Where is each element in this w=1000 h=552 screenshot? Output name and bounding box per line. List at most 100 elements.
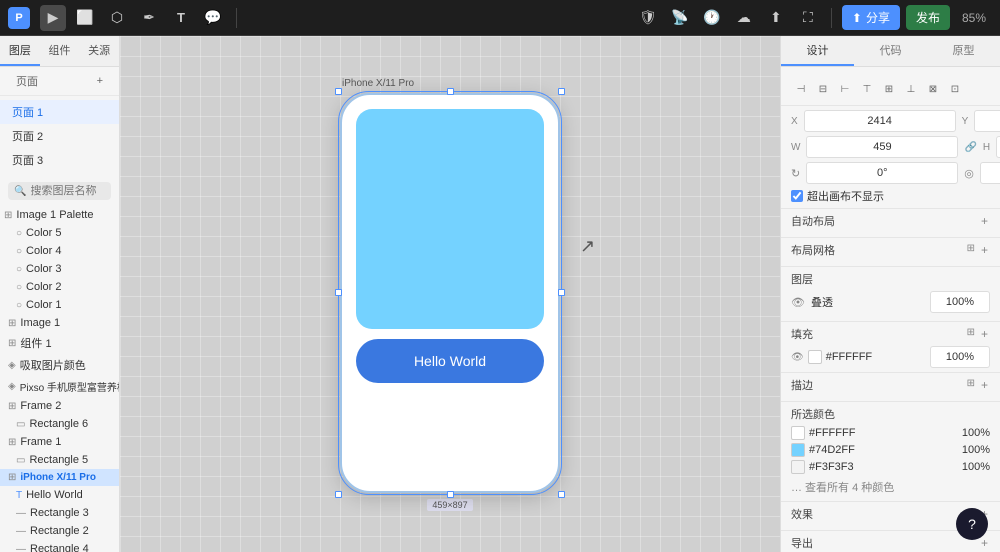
layer-color5[interactable]: ○ Color 5 [0, 224, 119, 242]
shield-icon[interactable]: 🛡 [635, 5, 661, 31]
eye-icon[interactable]: 👁 [791, 296, 805, 309]
wifi-icon[interactable]: 📡 [667, 5, 693, 31]
layer-color2[interactable]: ○ Color 2 [0, 278, 119, 296]
page-item-1[interactable]: 页面 1 [0, 100, 119, 124]
layer-section: 图层 👁 叠透 [781, 267, 1000, 322]
add-export-button[interactable]: + [979, 536, 990, 550]
tab-design[interactable]: 设计 [781, 36, 854, 66]
pen-tool[interactable]: ✒ [136, 5, 162, 31]
rect-icon: ▭ [16, 455, 25, 466]
color-swatch-1[interactable] [791, 426, 805, 440]
align-left-button[interactable]: ⊣ [791, 79, 811, 99]
cloud-icon[interactable]: ☁ [731, 5, 757, 31]
layer-image1[interactable]: ⊞ Image 1 [0, 314, 119, 332]
align-top-button[interactable]: ⊤ [857, 79, 877, 99]
app-layout: 图层 组件 关源 页面 + 页面 1 页面 2 页面 3 🔍 [0, 36, 1000, 552]
stroke-options-button[interactable]: ⊞ [967, 378, 975, 392]
more-colors-button[interactable]: … 查看所有 4 种颜色 [791, 477, 990, 497]
align-bottom-button[interactable]: ⊥ [901, 79, 921, 99]
x-input[interactable] [804, 110, 956, 132]
page-item-2[interactable]: 页面 2 [0, 124, 119, 148]
layer-frame1[interactable]: ⊞ Frame 1 [0, 433, 119, 451]
layer-color1[interactable]: ○ Color 1 [0, 296, 119, 314]
opacity-input[interactable] [930, 291, 990, 313]
tab-components[interactable]: 组件 [40, 36, 80, 66]
phone-hello-world-button[interactable]: Hello World [356, 339, 544, 383]
publish-button[interactable]: 发布 [906, 5, 950, 30]
h-input[interactable] [996, 136, 1000, 158]
upload-icon[interactable]: ⬆ [763, 5, 789, 31]
page-item-3[interactable]: 页面 3 [0, 148, 119, 172]
fill-color-swatch[interactable] [808, 350, 822, 364]
shape-tool[interactable]: ⬡ [104, 5, 130, 31]
fill-section: 填充 ⊞ + 👁 #FFFFFF [781, 322, 1000, 373]
eye-icon-fill[interactable]: 👁 [791, 352, 804, 363]
add-grid-button[interactable]: + [979, 243, 990, 257]
layer-shape1[interactable]: ⊞ 组件 1 [0, 332, 119, 354]
canvas-area[interactable]: iPhone X/11 Pro Hello World [120, 36, 780, 552]
clock-icon[interactable]: 🕐 [699, 5, 725, 31]
blend-row: 👁 叠透 [791, 291, 990, 313]
share-button[interactable]: ⬆ 分享 [842, 5, 900, 30]
layer-frame2[interactable]: ⊞ Frame 2 [0, 397, 119, 415]
distribute-h-button[interactable]: ⊠ [923, 79, 943, 99]
color-swatch-2[interactable] [791, 443, 805, 457]
color-opacity-3: 100% [962, 461, 990, 473]
y-input[interactable] [974, 110, 1000, 132]
add-page-button[interactable]: + [97, 75, 103, 87]
fill-opacity-input[interactable] [930, 346, 990, 368]
color-swatch-3[interactable] [791, 460, 805, 474]
add-stroke-button[interactable]: + [979, 378, 990, 392]
layer-color3[interactable]: ○ Color 3 [0, 260, 119, 278]
auto-layout-title: 自动布局 [791, 213, 835, 229]
help-button[interactable]: ? [956, 508, 988, 540]
add-auto-layout-button[interactable]: + [979, 214, 990, 228]
align-buttons: ⊣ ⊟ ⊢ ⊤ ⊞ ⊥ ⊠ ⊡ [791, 77, 990, 101]
radius-input[interactable] [980, 162, 1000, 184]
lock-icon[interactable]: 🔗 [964, 142, 976, 153]
auto-layout-section: 自动布局 + [781, 209, 1000, 238]
rotate-input[interactable] [806, 162, 958, 184]
ellipse-icon: ○ [16, 300, 22, 311]
add-fill-button[interactable]: + [979, 327, 990, 341]
layer-rect4[interactable]: — Rectangle 4 [0, 540, 119, 552]
layer-iphonex11pro[interactable]: ⊞ iPhone X/11 Pro [0, 469, 119, 486]
w-input[interactable] [806, 136, 958, 158]
color-hex-3: #F3F3F3 [809, 461, 958, 473]
help-icon: ? [968, 516, 976, 532]
frame-tool[interactable]: ⬜ [72, 5, 98, 31]
layer-list: ⊞ Image 1 Palette ○ Color 5 ○ Color 4 ○ … [0, 206, 119, 552]
fill-header: 填充 ⊞ + [791, 326, 990, 342]
layer-rect3[interactable]: — Rectangle 3 [0, 504, 119, 522]
rect-icon: ▭ [16, 419, 25, 430]
phone-frame-wrapper: Hello World [340, 93, 560, 493]
pages-list: 页面 1 页面 2 页面 3 [0, 96, 119, 176]
tab-code[interactable]: 代码 [854, 36, 927, 66]
group-icon: ⊞ [8, 338, 16, 349]
align-center-h-button[interactable]: ⊟ [813, 79, 833, 99]
layer-helloworld[interactable]: T Hello World [0, 486, 119, 504]
fill-options-button[interactable]: ⊞ [967, 327, 975, 341]
layer-pixsotemplate[interactable]: ◈ Pixso 手机原型富营养框本 [0, 376, 119, 397]
tab-prototype[interactable]: 原型 [927, 36, 1000, 66]
clip-content-checkbox[interactable] [791, 190, 803, 202]
tab-resources[interactable]: 关源 [79, 36, 119, 66]
phone-frame[interactable]: Hello World [340, 93, 560, 493]
move-tool[interactable]: ▶ [40, 5, 66, 31]
layer-rect6[interactable]: ▭ Rectangle 6 [0, 415, 119, 433]
distribute-v-button[interactable]: ⊡ [945, 79, 965, 99]
comment-tool[interactable]: 💬 [200, 5, 226, 31]
align-right-button[interactable]: ⊢ [835, 79, 855, 99]
expand-icon[interactable]: ⛶ [795, 5, 821, 31]
layer-abscolor[interactable]: ◈ 吸取图片颜色 [0, 354, 119, 376]
align-center-v-button[interactable]: ⊞ [879, 79, 899, 99]
layer-image1palette[interactable]: ⊞ Image 1 Palette [0, 206, 119, 224]
search-input[interactable] [30, 185, 120, 197]
tab-layers[interactable]: 图层 [0, 36, 40, 66]
layer-color4[interactable]: ○ Color 4 [0, 242, 119, 260]
grid-options-button[interactable]: ⊞ [967, 243, 975, 257]
layer-rect2[interactable]: — Rectangle 2 [0, 522, 119, 540]
layer-rect5[interactable]: ▭ Rectangle 5 [0, 451, 119, 469]
text-tool[interactable]: T [168, 5, 194, 31]
zoom-level[interactable]: 85% [956, 11, 992, 25]
